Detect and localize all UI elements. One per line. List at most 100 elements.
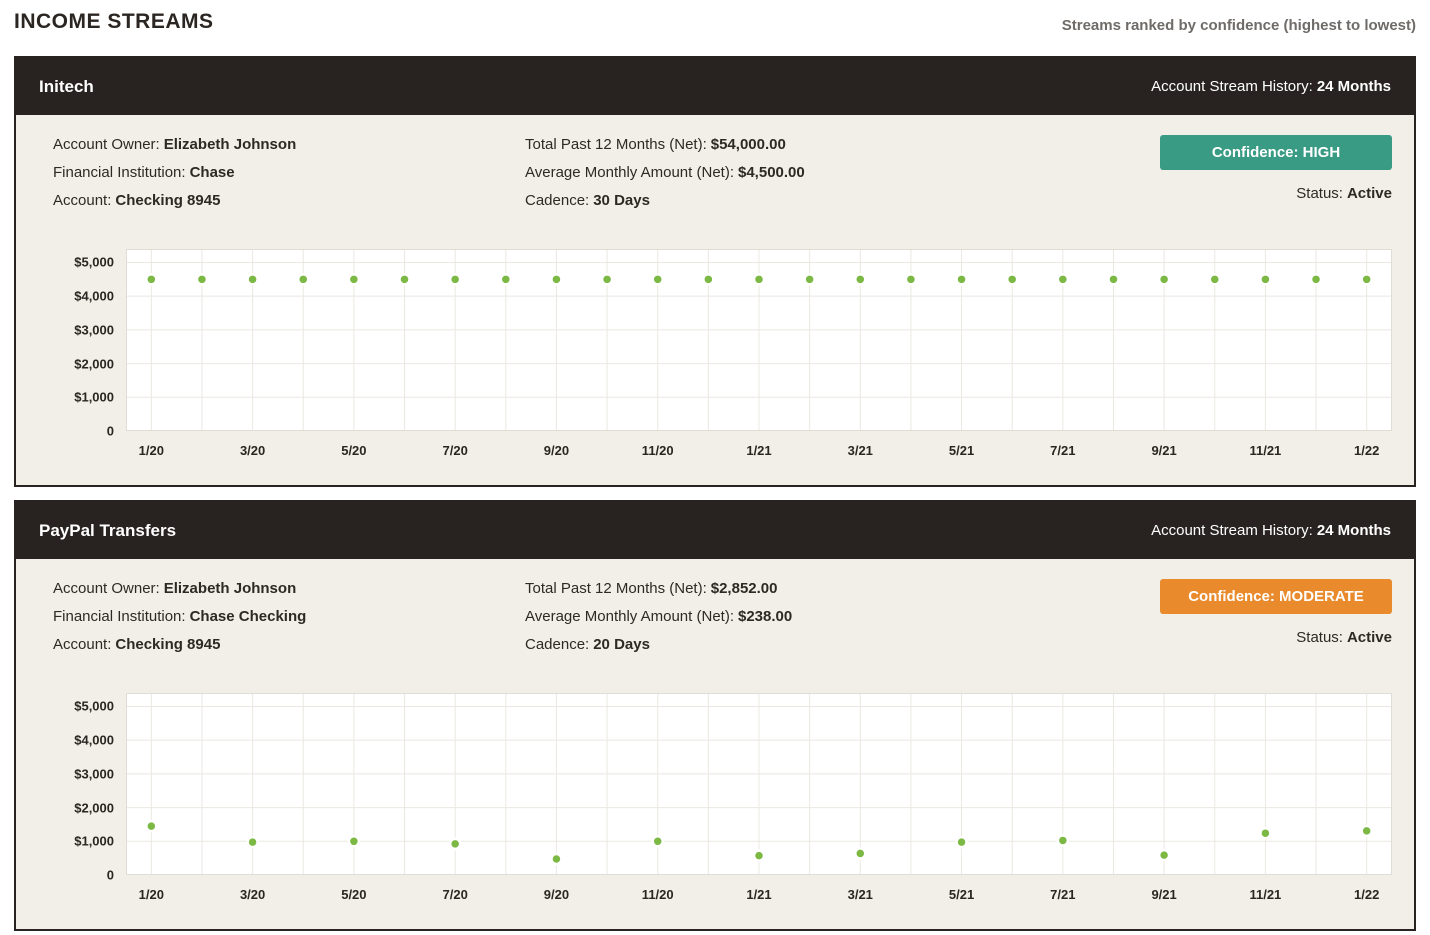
account-line: Account:Checking 8945 (53, 631, 508, 659)
history-value: 24 Months (1317, 522, 1391, 539)
y-axis-tick-label: $1,000 (74, 390, 114, 405)
x-axis-tick-label: 5/20 (341, 887, 366, 902)
y-axis-tick-label: $5,000 (74, 255, 114, 270)
data-point (146, 274, 156, 284)
x-axis-tick-label: 3/21 (848, 887, 873, 902)
data-point (349, 836, 359, 846)
stream-card-body: Account Owner:Elizabeth Johnson Financia… (16, 115, 1414, 485)
total-past-12-months-line: Total Past 12 Months (Net):$2,852.00 (525, 575, 1160, 603)
page-title: INCOME STREAMS (14, 10, 214, 34)
data-point (248, 837, 258, 847)
y-axis-tick-label: $3,000 (74, 322, 114, 337)
data-point (855, 274, 865, 284)
x-axis-tick-label: 9/20 (544, 887, 569, 902)
y-axis: 0$1,000$2,000$3,000$4,000$5,000 (38, 693, 126, 875)
data-point (1260, 828, 1270, 838)
account-details: Account Owner:Elizabeth Johnson Financia… (38, 131, 508, 215)
y-axis-tick-label: $2,000 (74, 356, 114, 371)
x-axis-tick-label: 3/20 (240, 443, 265, 458)
average-label: Average Monthly Amount (Net): (525, 608, 734, 625)
financial-institution-line: Financial Institution:Chase (53, 159, 508, 187)
average-monthly-line: Average Monthly Amount (Net):$238.00 (525, 603, 1160, 631)
data-point (1159, 850, 1169, 860)
account-owner-line: Account Owner:Elizabeth Johnson (53, 131, 508, 159)
financial-institution-line: Financial Institution:Chase Checking (53, 603, 508, 631)
history-label: Account Stream History: (1151, 78, 1313, 95)
account-line: Account:Checking 8945 (53, 187, 508, 215)
cadence-label: Cadence: (525, 636, 589, 653)
x-axis-tick-label: 1/21 (746, 443, 771, 458)
data-point (855, 848, 865, 858)
x-axis-tick-label: 1/20 (139, 443, 164, 458)
x-axis-tick-label: 9/21 (1151, 887, 1176, 902)
scatter-plot (126, 249, 1392, 431)
y-axis-tick-label: 0 (107, 424, 114, 439)
stream-metrics: Total Past 12 Months (Net):$54,000.00 Av… (508, 131, 1160, 215)
account-label: Account: (53, 192, 111, 209)
account-owner-label: Account Owner: (53, 580, 160, 597)
scatter-plot (126, 693, 1392, 875)
x-axis-tick-label: 1/22 (1354, 887, 1379, 902)
financial-institution-label: Financial Institution: (53, 164, 186, 181)
financial-institution-label: Financial Institution: (53, 608, 186, 625)
sort-note: Streams ranked by confidence (highest to… (1062, 17, 1416, 34)
x-axis-tick-label: 11/21 (1249, 443, 1281, 458)
data-point (450, 274, 460, 284)
data-point (197, 274, 207, 284)
data-point (450, 839, 460, 849)
x-axis-tick-label: 7/20 (443, 443, 468, 458)
account-owner-line: Account Owner:Elizabeth Johnson (53, 575, 508, 603)
stream-info-row: Account Owner:Elizabeth Johnson Financia… (38, 131, 1392, 215)
stream-card-header: PayPal Transfers Account Stream History:… (16, 502, 1414, 559)
account-value: Checking 8945 (115, 636, 220, 653)
average-value: $238.00 (738, 608, 792, 625)
y-axis-tick-label: $5,000 (74, 699, 114, 714)
income-chart-paypal-transfers: 0$1,000$2,000$3,000$4,000$5,000 1/203/20… (38, 693, 1392, 913)
x-axis-tick-label: 5/21 (949, 443, 974, 458)
total-past-12-months-line: Total Past 12 Months (Net):$54,000.00 (525, 131, 1160, 159)
x-axis-tick-label: 5/20 (341, 443, 366, 458)
plot-area: 1/203/205/207/209/2011/201/213/215/217/2… (126, 693, 1392, 913)
account-owner-label: Account Owner: (53, 136, 160, 153)
y-axis-tick-label: $4,000 (74, 733, 114, 748)
stream-metrics: Total Past 12 Months (Net):$2,852.00 Ave… (508, 575, 1160, 659)
x-axis-tick-label: 11/21 (1249, 887, 1281, 902)
data-point (1210, 274, 1220, 284)
data-point (653, 836, 663, 846)
x-axis-tick-label: 5/21 (949, 887, 974, 902)
x-axis-tick-label: 7/21 (1050, 887, 1075, 902)
data-point (1311, 274, 1321, 284)
stream-card-body: Account Owner:Elizabeth Johnson Financia… (16, 559, 1414, 929)
y-axis-tick-label: $3,000 (74, 766, 114, 781)
confidence-status-column: Confidence: MODERATE Status:Active (1160, 575, 1392, 652)
data-point (957, 837, 967, 847)
x-axis-tick-label: 11/20 (642, 443, 674, 458)
account-label: Account: (53, 636, 111, 653)
status-line: Status:Active (1160, 180, 1392, 208)
account-owner-value: Elizabeth Johnson (164, 136, 297, 153)
confidence-status-column: Confidence: HIGH Status:Active (1160, 131, 1392, 208)
x-axis-tick-label: 3/20 (240, 887, 265, 902)
y-axis-tick-label: 0 (107, 868, 114, 883)
x-axis: 1/203/205/207/209/2011/201/213/215/217/2… (126, 883, 1392, 913)
data-point (1260, 274, 1270, 284)
data-point (400, 274, 410, 284)
cadence-value: 20 Days (593, 636, 650, 653)
status-value: Active (1347, 185, 1392, 202)
y-axis-tick-label: $4,000 (74, 289, 114, 304)
y-axis-tick-label: $2,000 (74, 800, 114, 815)
y-axis-tick-label: $1,000 (74, 834, 114, 849)
x-axis-tick-label: 1/21 (746, 887, 771, 902)
account-owner-value: Elizabeth Johnson (164, 580, 297, 597)
data-point (754, 851, 764, 861)
data-point (349, 274, 359, 284)
financial-institution-value: Chase Checking (190, 608, 307, 625)
total-label: Total Past 12 Months (Net): (525, 136, 707, 153)
account-stream-history: Account Stream History:24 Months (1151, 78, 1391, 95)
cadence-line: Cadence:30 Days (525, 187, 1160, 215)
x-axis-tick-label: 7/20 (443, 887, 468, 902)
total-value: $54,000.00 (711, 136, 786, 153)
x-axis-tick-label: 9/21 (1151, 443, 1176, 458)
account-value: Checking 8945 (115, 192, 220, 209)
data-point (1007, 274, 1017, 284)
